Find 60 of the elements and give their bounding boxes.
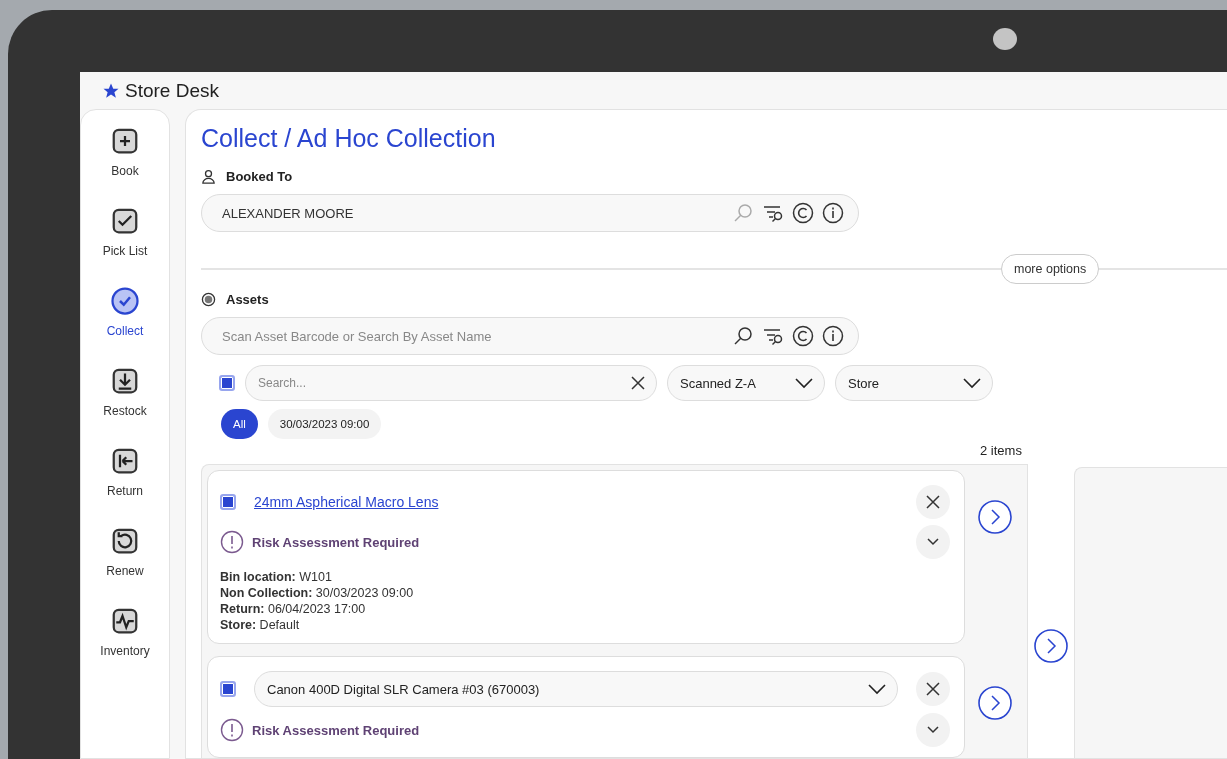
refresh-icon (110, 526, 140, 556)
copyright-icon[interactable] (792, 202, 814, 224)
next-button[interactable] (977, 500, 1013, 536)
nav-item[interactable]: Renew (106, 526, 144, 578)
info-icon[interactable] (822, 325, 844, 347)
search-field[interactable]: Search... (245, 365, 657, 401)
nav-item[interactable]: Inventory (100, 606, 150, 658)
nav-item[interactable]: Collect (106, 286, 144, 338)
expand-button[interactable] (916, 525, 950, 559)
warning-icon (220, 718, 244, 742)
next-button[interactable] (1033, 629, 1069, 665)
close-icon (925, 494, 941, 510)
detail-line: Store: Default (220, 617, 301, 633)
plus-icon (110, 126, 140, 156)
next-button[interactable] (977, 686, 1013, 722)
detail-line: Bin location: W101 (220, 569, 333, 585)
section-label: Booked To (226, 169, 293, 184)
pulse-icon (110, 606, 140, 636)
store-dropdown[interactable]: Store (835, 365, 993, 401)
person-icon (201, 169, 216, 184)
app-title: Store Desk (125, 79, 219, 102)
sort-dropdown[interactable]: Scanned Z-A (667, 365, 825, 401)
arrow-left-icon (110, 446, 140, 476)
asset-link[interactable]: 24mm Aspherical Macro Lens (254, 494, 898, 510)
warning-text: Risk Assessment Required (252, 534, 421, 550)
nav-item[interactable]: Restock (103, 366, 147, 418)
warning-text: Risk Assessment Required (252, 722, 421, 738)
checkbox[interactable] (219, 375, 235, 391)
nav-item[interactable]: Book (110, 126, 140, 178)
expand-button[interactable] (916, 713, 950, 747)
caret-icon (794, 376, 814, 390)
asset-dropdown[interactable]: Canon 400D Digital SLR Camera #03 (670003) (254, 671, 898, 707)
check-circle-icon (110, 286, 140, 316)
filter-chip[interactable]: 30/03/2023 09:00 (267, 409, 382, 439)
remove-button[interactable] (916, 672, 950, 706)
check-circle-icon (201, 292, 216, 307)
filter-chip[interactable]: All (221, 409, 258, 439)
more-options-button[interactable]: more options (1001, 254, 1100, 284)
checkbox-icon (110, 206, 140, 236)
caret-icon (867, 682, 887, 696)
info-icon[interactable] (822, 202, 844, 224)
close-icon (925, 681, 941, 697)
page-title: Collect / Ad Hoc Collection (201, 124, 497, 153)
remove-button[interactable] (916, 485, 950, 519)
detail-line: Non Collection: 30/03/2023 09:00 (220, 585, 415, 601)
camera-dot (993, 28, 1017, 50)
checkbox[interactable] (220, 681, 236, 697)
download-icon (110, 366, 140, 396)
detail-line: Return: 06/04/2023 17:00 (220, 601, 367, 617)
nav-item[interactable]: Pick List (102, 206, 148, 258)
warning-icon (220, 530, 244, 554)
search-icon[interactable] (732, 325, 754, 347)
nav-item[interactable]: Return (107, 446, 143, 498)
caret-icon (962, 376, 982, 390)
checkbox[interactable] (220, 494, 236, 510)
copyright-icon[interactable] (792, 325, 814, 347)
booked-to-field[interactable]: ALEXANDER MOORE (201, 194, 859, 232)
item-count: 2 items (980, 443, 1023, 458)
section-label: Assets (226, 292, 269, 307)
close-icon[interactable] (630, 375, 646, 391)
